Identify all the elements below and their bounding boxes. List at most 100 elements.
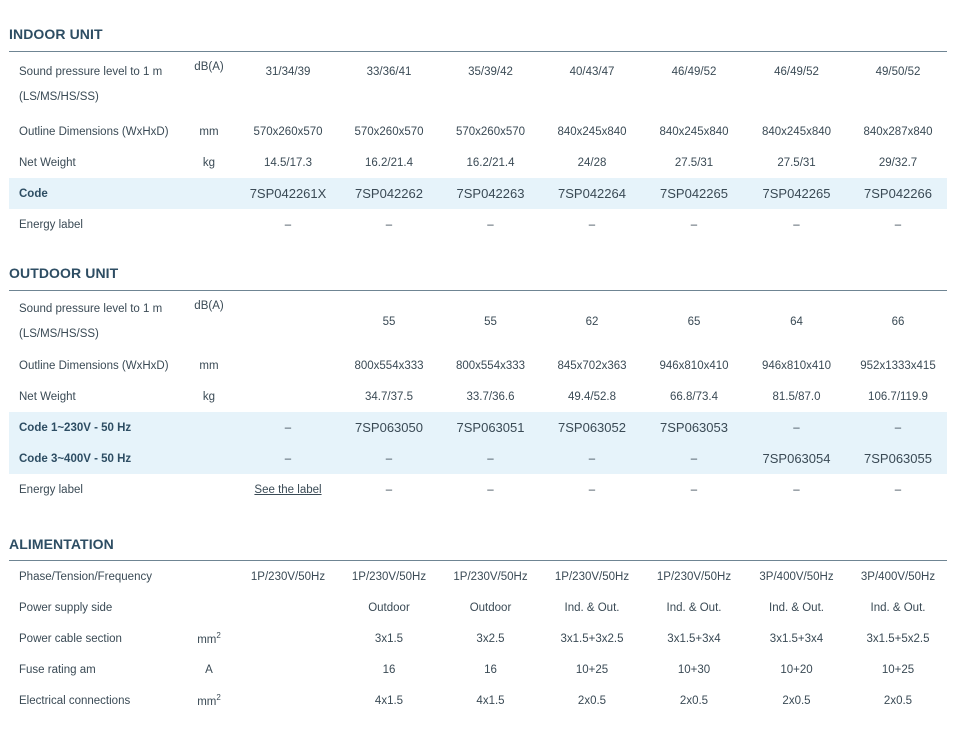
row-unit: mm2 [197, 631, 221, 646]
table-cell: 62 [585, 315, 599, 328]
table-cell: – [284, 218, 292, 231]
alimentation-spec-table: Phase/Tension/Frequency 1P/230V/50Hz 1P/… [9, 561, 947, 716]
product-code: 7SP042261X [239, 178, 337, 209]
table-cell: 840x245x840 [659, 125, 729, 138]
table-cell: 840x287x840 [863, 125, 933, 138]
table-cell: – [239, 412, 337, 443]
table-cell: 3x1.5+3x2.5 [560, 632, 624, 645]
row-label: Power supply side [19, 601, 113, 614]
table-row: Net Weight kg 14.5/17.3 16.2/21.4 16.2/2… [9, 147, 947, 178]
table-cell: 800x554x333 [354, 359, 424, 372]
row-unit: kg [202, 390, 216, 403]
table-cell: 3x1.5+5x2.5 [866, 632, 930, 645]
table-cell: 570x260x570 [455, 125, 526, 138]
product-code: 7SP042264 [540, 178, 644, 209]
table-cell: 24/28 [577, 156, 607, 169]
table-row: Net Weight kg 34.7/37.5 33.7/36.6 49.4/5… [9, 381, 947, 412]
product-code: 7SP042266 [849, 178, 947, 209]
product-code: 7SP063054 [744, 443, 849, 474]
table-cell: 2x0.5 [679, 694, 709, 707]
row-unit [179, 561, 239, 592]
table-row: Power supply side Outdoor Outdoor Ind. &… [9, 592, 947, 623]
table-cell: – [385, 218, 393, 231]
table-row: Sound pressure level to 1 m (LS/MS/HS/SS)… [9, 293, 947, 350]
table-cell [239, 350, 337, 381]
table-cell: – [441, 443, 540, 474]
row-label: Fuse rating am [19, 663, 96, 676]
row-unit [179, 592, 239, 623]
table-row: Energy label See the label – – – – – – [9, 474, 947, 505]
outdoor-unit-title: OUTDOOR UNIT [9, 265, 119, 281]
table-cell: 1P/230V/50Hz [656, 570, 732, 583]
table-cell: 81.5/87.0 [772, 390, 821, 403]
table-cell: – [239, 443, 337, 474]
table-cell: 33.7/36.6 [466, 390, 515, 403]
row-unit: dB(A) [194, 61, 224, 73]
table-cell: – [644, 443, 744, 474]
indoor-divider [9, 51, 947, 52]
table-cell: 1P/230V/50Hz [250, 570, 326, 583]
table-cell: 840x245x840 [761, 125, 832, 138]
row-label: Net Weight [19, 390, 76, 403]
table-cell: 10+25 [881, 663, 915, 676]
row-label: Energy label [19, 218, 83, 231]
table-cell: 2x0.5 [883, 694, 913, 707]
row-label: Code 3~400V - 50 Hz [9, 443, 179, 474]
table-cell: Ind. & Out. [769, 601, 824, 614]
table-cell: 570x260x570 [253, 125, 323, 138]
table-cell: 3P/400V/50Hz [860, 570, 936, 583]
row-label: Phase/Tension/Frequency [19, 570, 152, 583]
row-unit: dB(A) [194, 300, 224, 312]
table-cell: Outdoor [469, 601, 512, 614]
table-row: Energy label – – – – – – – [9, 209, 947, 240]
table-cell: 10+20 [780, 663, 813, 676]
row-unit: mm2 [197, 693, 221, 708]
see-label-link[interactable]: See the label [254, 484, 321, 496]
table-cell: – [793, 483, 800, 496]
alimentation-title: ALIMENTATION [9, 536, 114, 552]
table-cell: – [487, 483, 494, 496]
table-cell: Ind. & Out. [564, 601, 620, 614]
product-code: 7SP063053 [644, 412, 744, 443]
table-row-code: Code 3~400V - 50 Hz – – – – – 7SP063054 … [9, 443, 947, 474]
table-cell: – [849, 412, 947, 443]
table-cell: 3x1.5+3x4 [667, 632, 721, 645]
table-cell: 2x0.5 [577, 694, 607, 707]
table-cell: 3x1.5+3x4 [769, 632, 824, 645]
table-cell: 4x1.5 [476, 694, 505, 707]
table-cell: 40/43/47 [569, 66, 615, 78]
product-code: 7SP042265 [644, 178, 744, 209]
row-label: Net Weight [19, 156, 76, 169]
table-row: Outline Dimensions (WxHxD) mm 800x554x33… [9, 350, 947, 381]
table-cell: 16 [484, 663, 497, 676]
table-cell: 55 [484, 315, 497, 328]
table-cell: 33/36/41 [366, 66, 412, 78]
table-cell: 34.7/37.5 [365, 390, 413, 403]
product-code: 7SP042263 [441, 178, 540, 209]
table-cell: – [894, 218, 902, 231]
table-cell: 49/50/52 [875, 66, 921, 78]
row-unit: mm [199, 359, 219, 372]
table-cell: 3P/400V/50Hz [759, 570, 834, 583]
row-unit: mm [199, 125, 219, 138]
row-label: Sound pressure level to 1 m (LS/MS/HS/SS) [19, 302, 163, 340]
table-cell: – [744, 412, 849, 443]
table-cell: 35/39/42 [468, 66, 513, 78]
product-code: 7SP063050 [337, 412, 441, 443]
table-cell: 800x554x333 [455, 359, 526, 372]
product-code: 7SP063052 [540, 412, 644, 443]
table-cell: 16.2/21.4 [365, 156, 413, 169]
table-cell: 66 [891, 315, 905, 328]
indoor-unit-title: INDOOR UNIT [9, 26, 103, 42]
row-label: Electrical connections [19, 694, 131, 707]
product-code: 7SP063051 [441, 412, 540, 443]
table-row: Power cable section mm2 3x1.5 3x2.5 3x1.… [9, 623, 947, 654]
product-code: 7SP063055 [849, 443, 947, 474]
table-cell: 946x810x410 [659, 359, 729, 372]
table-cell: – [690, 218, 698, 231]
row-unit [179, 412, 239, 443]
table-cell: 1P/230V/50Hz [351, 570, 427, 583]
table-cell: – [894, 483, 902, 496]
table-cell: 10+25 [575, 663, 609, 676]
row-label: Code 1~230V - 50 Hz [9, 412, 179, 443]
